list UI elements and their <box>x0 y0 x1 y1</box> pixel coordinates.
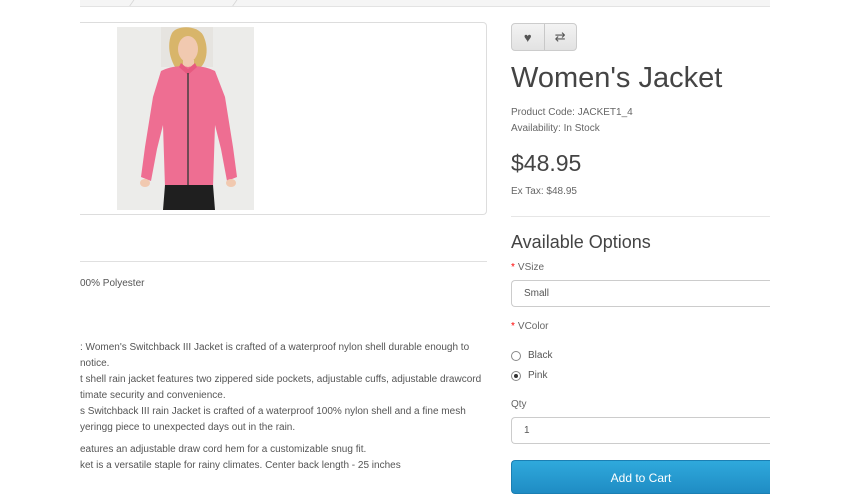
compare-arrows-icon: ⇄ <box>554 29 566 44</box>
description-line: s Switchback III rain Jacket is crafted … <box>80 406 466 417</box>
breadcrumb-separator <box>232 0 239 6</box>
size-label: * VSize <box>511 262 545 273</box>
description-line: timate security and convenience. <box>80 390 226 401</box>
color-option-black[interactable]: Black <box>511 350 552 361</box>
tab-divider <box>80 261 487 262</box>
description-line: yeringg piece to unexpected days out in … <box>80 422 296 433</box>
description-material: 00% Polyester <box>80 278 145 289</box>
description-line: ket is a versatile staple for rainy clim… <box>80 460 401 471</box>
compare-button[interactable]: ⇄ <box>543 24 577 50</box>
product-meta: Product Code: JACKET1_4 Availability: In… <box>511 105 633 137</box>
description-line: eatures an adjustable draw cord hem for … <box>80 444 367 455</box>
description-line: : Women's Switchback III Jacket is craft… <box>80 342 470 353</box>
section-divider <box>511 216 770 217</box>
options-heading: Available Options <box>511 232 651 252</box>
radio-button[interactable] <box>511 350 521 361</box>
price-ex-tax: Ex Tax: $48.95 <box>511 186 577 197</box>
qty-label: Qty <box>511 399 527 410</box>
description-line: notice. <box>80 358 110 369</box>
wishlist-button[interactable]: ♥ <box>512 24 544 50</box>
quantity-input[interactable]: 1 <box>511 417 770 444</box>
product-code: Product Code: JACKET1_4 <box>511 107 633 118</box>
required-mark: * <box>511 321 515 332</box>
color-label: * VColor <box>511 321 549 332</box>
breadcrumb-separator <box>129 0 136 6</box>
product-page: 00% Polyester : Women's Switchback III J… <box>0 0 850 500</box>
heart-icon: ♥ <box>523 29 532 45</box>
product-title: Women's Jacket <box>511 62 723 94</box>
product-description: 00% Polyester : Women's Switchback III J… <box>80 276 500 474</box>
add-to-cart-button[interactable]: Add to Cart <box>511 460 770 494</box>
radio-button-selected[interactable] <box>511 370 521 381</box>
required-mark: * <box>511 262 515 273</box>
product-action-buttons: ♥ ⇄ <box>511 23 577 51</box>
availability: Availability: In Stock <box>511 123 600 134</box>
breadcrumb <box>80 0 770 7</box>
color-option-pink[interactable]: Pink <box>511 370 547 381</box>
product-image[interactable] <box>117 27 254 210</box>
description-line: t shell rain jacket features two zippere… <box>80 374 482 385</box>
product-price: $48.95 <box>511 150 582 176</box>
size-select[interactable]: Small <box>511 280 770 307</box>
